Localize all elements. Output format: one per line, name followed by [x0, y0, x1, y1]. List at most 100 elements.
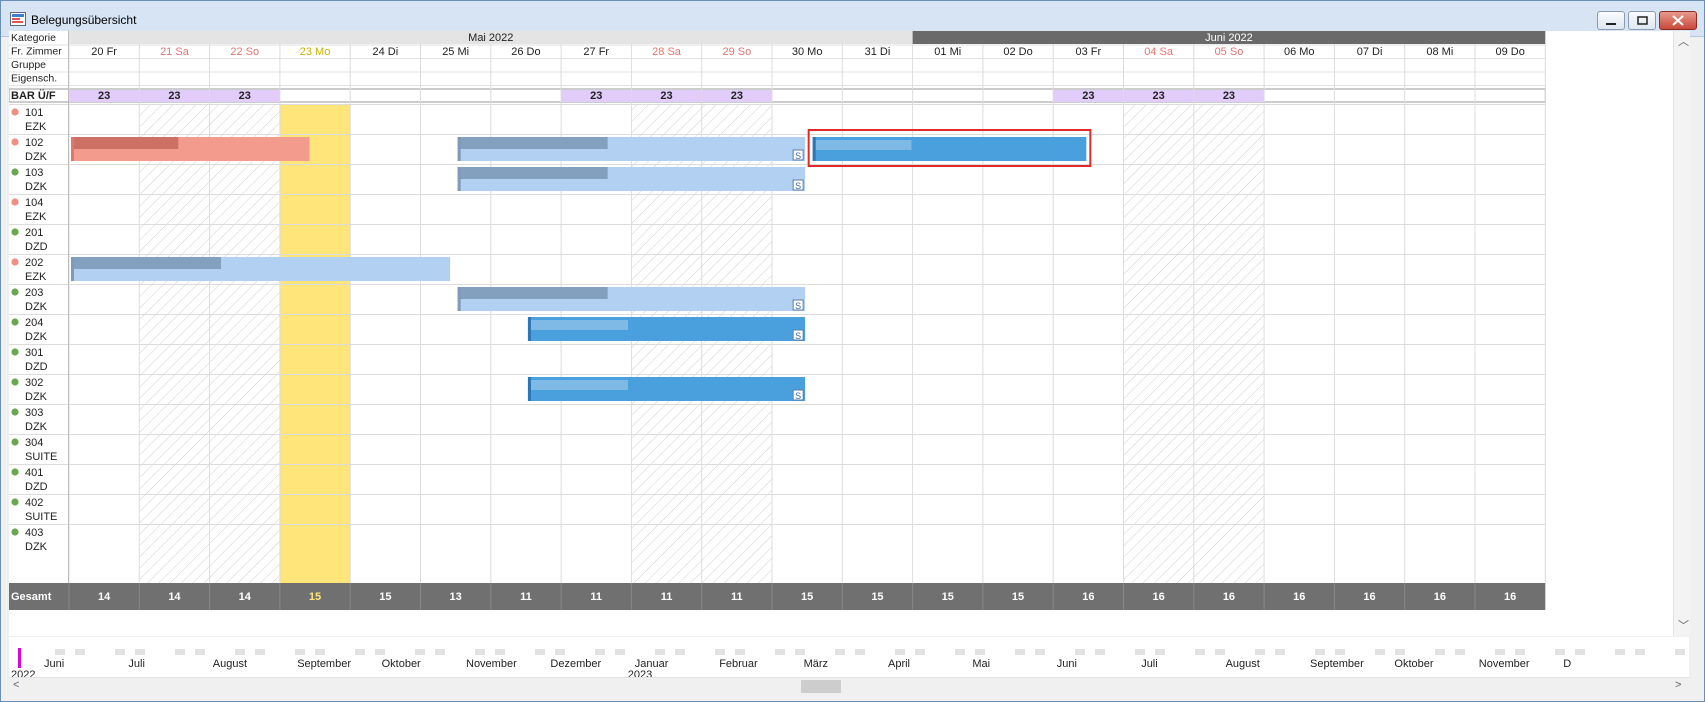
scroll-left-icon[interactable]: <: [13, 679, 19, 691]
timeline-month-15[interactable]: September: [1310, 658, 1364, 670]
room-category: DZK: [25, 541, 48, 553]
booking-bar-5[interactable]: [457, 287, 806, 311]
timeline-week-block: [315, 649, 325, 655]
header-row-label-0: Kategorie: [11, 32, 56, 44]
day-label-12[interactable]: 01 Mi: [934, 46, 961, 58]
room-number[interactable]: 301: [25, 347, 43, 359]
booking-guest-block: [71, 257, 221, 269]
room-number[interactable]: 101: [25, 107, 43, 119]
room-number[interactable]: 103: [25, 167, 43, 179]
timeline-week-block: [1255, 649, 1265, 655]
booking-flag: S: [795, 181, 801, 191]
room-number[interactable]: 304: [25, 437, 43, 449]
day-label-5[interactable]: 25 Mi: [442, 46, 469, 58]
rate-value-9: 23: [731, 90, 743, 102]
day-label-6[interactable]: 26 Do: [511, 46, 540, 58]
timeline-overview[interactable]: Juni Juli August September Oktober November De…: [9, 637, 1689, 677]
timeline-week-block: [835, 649, 845, 655]
timeline-month-5[interactable]: November: [466, 658, 517, 670]
timeline-month-1[interactable]: Juli: [128, 658, 145, 670]
timeline-week-block: [775, 649, 785, 655]
app-icon: [10, 12, 26, 26]
room-number[interactable]: 402: [25, 497, 43, 509]
day-label-17[interactable]: 06 Mo: [1284, 46, 1315, 58]
timeline-week-block: [715, 649, 725, 655]
horizontal-scrollbar[interactable]: < >: [9, 677, 1689, 694]
day-label-0[interactable]: 20 Fr: [91, 46, 117, 58]
booking-edge: [71, 137, 74, 161]
booking-bar-4[interactable]: [71, 257, 451, 281]
booking-bar-3[interactable]: [457, 167, 806, 191]
timeline-month-16[interactable]: Oktober: [1394, 658, 1433, 670]
timeline-week-block: [1295, 649, 1305, 655]
day-label-20[interactable]: 09 Do: [1495, 46, 1524, 58]
maximize-button[interactable]: [1628, 11, 1656, 30]
timeline-month-3[interactable]: September: [297, 658, 351, 670]
scroll-up-icon[interactable]: ︿: [1678, 33, 1689, 49]
minimize-button[interactable]: [1597, 11, 1625, 30]
timeline-month-6[interactable]: Dezember: [550, 658, 601, 670]
room-number[interactable]: 302: [25, 377, 43, 389]
scroll-right-icon[interactable]: >: [1675, 679, 1681, 691]
timeline-week-block: [275, 649, 285, 655]
timeline-month-0[interactable]: Juni: [44, 658, 64, 670]
room-category: DZK: [25, 181, 48, 193]
room-category: DZK: [25, 151, 48, 163]
day-label-15[interactable]: 04 Sa: [1144, 46, 1174, 58]
day-label-9[interactable]: 29 So: [722, 46, 751, 58]
booking-bar-1[interactable]: [457, 137, 806, 161]
timeline-month-13[interactable]: Juli: [1141, 658, 1158, 670]
timeline-week-block: [1115, 649, 1125, 655]
timeline-month-10[interactable]: April: [888, 658, 910, 670]
timeline-week-block: [555, 649, 565, 655]
booking-edge: [527, 377, 531, 401]
day-label-14[interactable]: 03 Fr: [1076, 46, 1102, 58]
timeline-week-block: [695, 649, 705, 655]
timeline-month-9[interactable]: März: [804, 658, 828, 670]
room-number[interactable]: 201: [25, 227, 43, 239]
booking-guest-block: [530, 380, 628, 390]
booking-bar-7[interactable]: [527, 377, 806, 401]
timeline-month-11[interactable]: Mai: [972, 658, 990, 670]
timeline-week-block: [1435, 649, 1445, 655]
booking-bar-2[interactable]: [807, 129, 1092, 167]
close-button[interactable]: [1659, 11, 1697, 30]
booking-bar-0[interactable]: [71, 137, 310, 161]
day-label-3[interactable]: 23 Mo: [300, 46, 331, 58]
timeline-month-14[interactable]: August: [1226, 658, 1260, 670]
room-number[interactable]: 104: [25, 197, 43, 209]
day-label-10[interactable]: 30 Mo: [792, 46, 823, 58]
room-number[interactable]: 403: [25, 527, 43, 539]
day-label-18[interactable]: 07 Di: [1357, 46, 1383, 58]
room-number[interactable]: 202: [25, 257, 43, 269]
vertical-scrollbar[interactable]: ︿ ﹀: [1673, 31, 1690, 636]
day-label-11[interactable]: 31 Di: [865, 46, 891, 58]
occupancy-grid[interactable]: Kategorie Fr. Zimmer Gruppe Eigensch. Mai 20…: [9, 31, 1690, 636]
day-label-7[interactable]: 27 Fr: [583, 46, 609, 58]
day-label-13[interactable]: 02 Do: [1003, 46, 1032, 58]
day-label-2[interactable]: 22 So: [230, 46, 259, 58]
scroll-down-icon[interactable]: ﹀: [1678, 617, 1689, 633]
room-number[interactable]: 203: [25, 287, 43, 299]
day-label-8[interactable]: 28 Sa: [652, 46, 682, 58]
room-number[interactable]: 401: [25, 467, 43, 479]
timeline-week-block: [655, 649, 665, 655]
room-number[interactable]: 204: [25, 317, 43, 329]
room-number[interactable]: 303: [25, 407, 43, 419]
room-number[interactable]: 102: [25, 137, 43, 149]
timeline-month-2[interactable]: August: [213, 658, 247, 670]
timeline-month-8[interactable]: Februar: [719, 658, 758, 670]
day-label-4[interactable]: 24 Di: [373, 46, 399, 58]
booking-bar-6[interactable]: [527, 317, 806, 341]
timeline-month-17[interactable]: November: [1479, 658, 1530, 670]
timeline-month-4[interactable]: Oktober: [382, 658, 421, 670]
room-category: DZD: [25, 241, 48, 253]
timeline-month-18[interactable]: D: [1563, 658, 1571, 670]
timeline-week-block: [795, 649, 805, 655]
day-label-16[interactable]: 05 So: [1215, 46, 1244, 58]
scroll-thumb[interactable]: [801, 680, 841, 693]
timeline-week-block: [755, 649, 765, 655]
day-label-19[interactable]: 08 Mi: [1426, 46, 1453, 58]
timeline-month-12[interactable]: Juni: [1057, 658, 1077, 670]
day-label-1[interactable]: 21 Sa: [160, 46, 190, 58]
